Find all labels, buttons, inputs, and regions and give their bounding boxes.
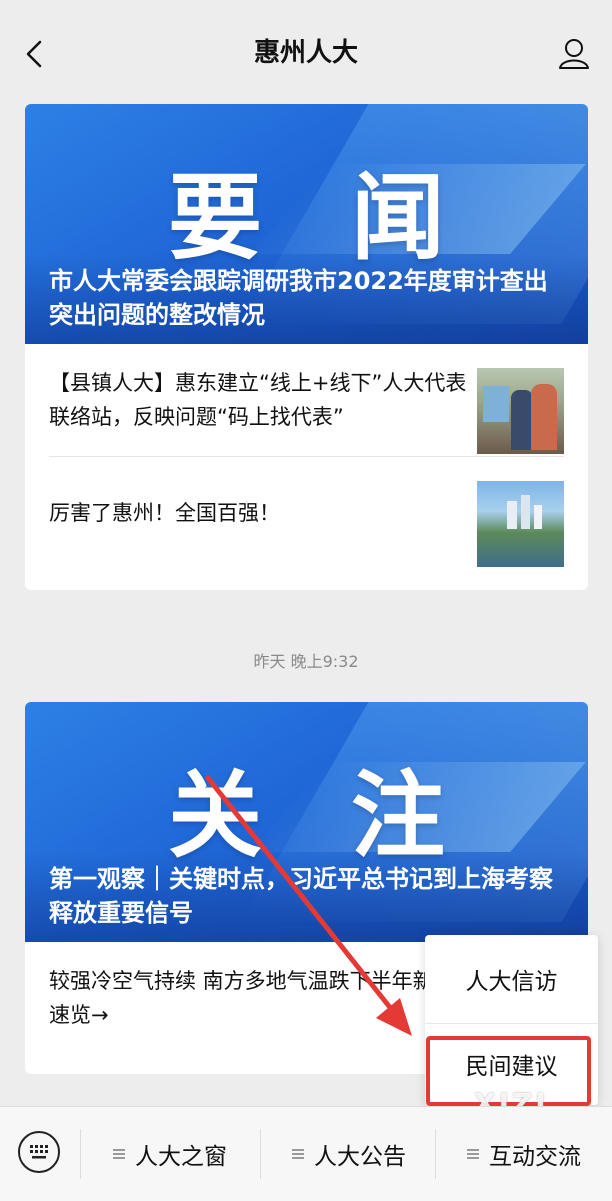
keyboard-icon — [30, 1145, 48, 1159]
divider — [260, 1129, 261, 1179]
article-title: 厉害了惠州！全国百强！ — [49, 501, 280, 525]
article-cover[interactable]: 要 闻 市人大常委会跟踪调研我市2022年度审计查出突出问题的整改情况 — [25, 104, 588, 344]
article-card-news: 要 闻 市人大常委会跟踪调研我市2022年度审计查出突出问题的整改情况 【县镇人… — [25, 104, 588, 590]
message-timestamp: 昨天 晚上9:32 — [253, 652, 359, 671]
menu-button-label: 人大公告 — [314, 1144, 406, 1170]
profile-button[interactable] — [556, 34, 592, 74]
user-icon — [559, 39, 589, 69]
article-thumbnail — [477, 368, 564, 454]
article-list-item[interactable]: 厉害了惠州！全国百强！ — [49, 457, 564, 569]
menu-button-window[interactable]: 人大之窗 — [84, 1129, 256, 1179]
bottom-menu-bar: 人大之窗 人大公告 互动交流 — [0, 1106, 612, 1201]
menu-lines-icon — [467, 1147, 479, 1161]
keyboard-toggle-button[interactable] — [18, 1131, 60, 1173]
cover-title-word: 关 注 — [168, 762, 473, 871]
top-nav-bar: 惠州人大 — [0, 0, 612, 104]
menu-button-label: 人大之窗 — [135, 1144, 227, 1170]
menu-button-label: 互动交流 — [489, 1144, 581, 1170]
menu-lines-icon — [113, 1147, 125, 1161]
cover-headline: 第一观察｜关键时点，习近平总书记到上海考察释放重要信号 — [49, 865, 553, 927]
menu-lines-icon — [292, 1147, 304, 1161]
article-cover[interactable]: 关 注 第一观察｜关键时点，习近平总书记到上海考察释放重要信号 — [25, 702, 588, 942]
cover-title-word: 要 闻 — [168, 164, 473, 273]
page-title: 惠州人大 — [253, 38, 358, 68]
article-title: 【县镇人大】惠东建立“线上+线下”人大代表联络站，反映问题“码上找代表” — [49, 371, 467, 429]
cover-headline: 市人大常委会跟踪调研我市2022年度审计查出突出问题的整改情况 — [49, 267, 548, 329]
menu-button-interaction[interactable]: 互动交流 — [438, 1129, 610, 1179]
article-list-item[interactable]: 【县镇人大】惠东建立“线上+线下”人大代表联络站，反映问题“码上找代表” — [49, 344, 564, 457]
divider — [435, 1129, 436, 1179]
menu-button-announcement[interactable]: 人大公告 — [264, 1129, 434, 1179]
submenu-item-petition[interactable]: 人大信访 — [425, 939, 598, 1019]
article-thumbnail — [477, 481, 564, 567]
divider — [80, 1129, 81, 1179]
